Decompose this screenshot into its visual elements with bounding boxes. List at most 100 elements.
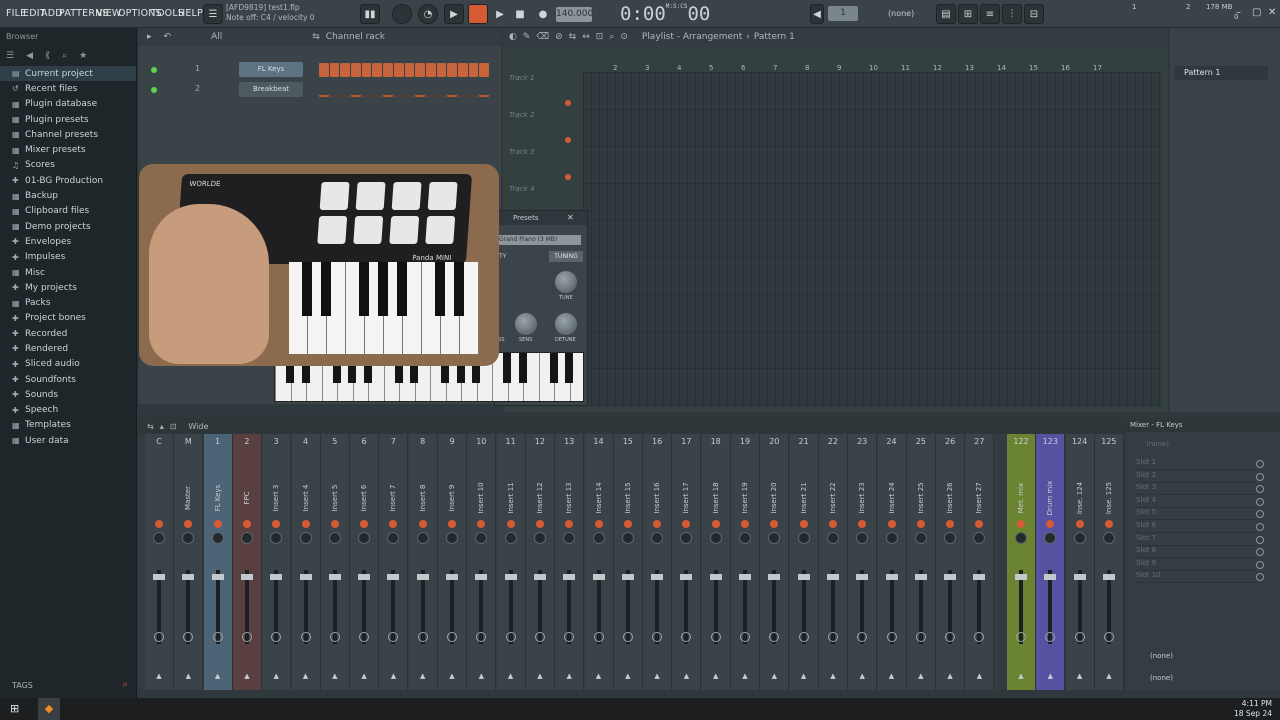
mixer-track[interactable]: 4 Insert 4 ▲ [291,434,321,690]
volume-fader-handle[interactable] [856,574,869,580]
effect-slot[interactable]: Slot 5 [1136,508,1256,521]
mixer-track[interactable]: 17 Insert 17 ▲ [672,434,702,690]
pan-knob[interactable] [328,532,341,544]
route-toggle[interactable] [622,632,633,642]
channel-name-button[interactable]: Breakbeat [239,82,303,97]
mixer-track[interactable]: 13 Insert 13 ▲ [555,434,585,690]
volume-fader-handle[interactable] [1102,574,1115,580]
channel-name-button[interactable]: FL Keys [239,62,303,77]
send-arrow-icon[interactable]: ▲ [292,672,320,680]
route-toggle[interactable] [359,632,370,642]
track-enable-led[interactable] [565,137,571,143]
volume-fader-handle[interactable] [680,574,693,580]
mixer-track[interactable]: 7 Insert 7 ▲ [379,434,409,690]
mixer-track[interactable]: 16 Insert 16 ▲ [643,434,673,690]
browser-item[interactable]: ✚ Recorded [0,326,136,341]
fl-studio-taskbar-icon[interactable]: ◆ [38,698,60,720]
volume-fader-handle[interactable] [328,574,341,580]
pan-knob[interactable] [739,532,751,544]
route-toggle[interactable] [447,632,457,642]
send-arrow-icon[interactable]: ▲ [672,672,700,680]
send-arrow-icon[interactable]: ▲ [467,672,495,680]
browser-item[interactable]: ✚ Project bones [0,311,136,326]
step-button[interactable] [457,83,468,97]
mixer-track[interactable]: 123 Drum mix ▲ [1036,434,1066,690]
playlist-grid[interactable] [583,72,1161,406]
pan-knob[interactable] [973,532,986,544]
volume-fader-handle[interactable] [387,574,400,580]
send-arrow-icon[interactable]: ▲ [731,672,759,680]
effect-slot[interactable]: Slot 8 [1136,546,1256,559]
pan-knob[interactable] [856,532,869,544]
mixer-track[interactable]: M Master ▲ [174,434,204,690]
mixer-track[interactable]: 3 Insert 3 ▲ [262,434,292,690]
browser-item[interactable]: ✚ Speech [0,403,136,418]
browser-search-icon[interactable]: ⌕ [62,51,67,61]
volume-fader-handle[interactable] [1073,574,1086,580]
mixer-enable-led[interactable] [1075,520,1084,528]
send-arrow-icon[interactable]: ▲ [379,672,407,680]
volume-fader-handle[interactable] [240,574,253,580]
piano-white-key[interactable] [538,353,540,401]
send-arrow-icon[interactable]: ▲ [907,672,935,680]
channel-mute-led[interactable] [151,67,157,73]
piano-black-key[interactable] [503,353,511,383]
mixer-enable-led[interactable] [330,520,339,528]
maximize-icon[interactable]: ▢ [1252,7,1261,18]
send-arrow-icon[interactable]: ▲ [526,672,554,680]
mixer-enable-led[interactable] [242,520,251,528]
mixer-track[interactable]: 20 Insert 20 ▲ [760,434,790,690]
volume-fader-handle[interactable] [416,574,429,580]
volume-fader-handle[interactable] [153,574,165,580]
effect-slot[interactable]: Slot 9 [1136,559,1256,571]
mixer-track[interactable]: 18 Insert 18 ▲ [701,434,731,690]
mixer-track[interactable]: 10 Insert 10 ▲ [467,434,497,690]
step-button[interactable] [436,63,447,77]
piano-black-key[interactable] [549,353,558,383]
step-button[interactable] [319,63,329,77]
send-arrow-icon[interactable]: ▲ [936,672,964,680]
send-arrow-icon[interactable]: ▲ [585,672,613,680]
mixer-enable-led[interactable] [448,520,456,528]
browser-item[interactable]: ▦ Mixer presets [0,142,136,157]
volume-fader-handle[interactable] [739,574,751,580]
route-toggle[interactable] [1045,632,1056,642]
pan-knob[interactable] [211,532,224,544]
route-toggle[interactable] [798,632,809,642]
route-toggle[interactable] [974,632,985,642]
pan-knob[interactable] [299,532,312,544]
plugin-preset-field[interactable]: Grand Piano (3 MB) [495,235,581,245]
rack-back-icon[interactable]: ↶ [164,32,172,42]
mixer-track[interactable]: 1 FL Keys ▲ [203,434,233,690]
pan-knob[interactable] [944,532,957,544]
minimize-icon[interactable]: – [1236,7,1241,18]
pan-knob[interactable] [914,532,927,544]
mixer-track[interactable]: 2 FPC ▲ [232,434,262,690]
mixer-track[interactable]: 125 Inse. 125 ▲ [1094,434,1124,690]
step-button[interactable] [468,63,479,77]
step-button[interactable] [425,83,436,97]
browser-item[interactable]: ↺ Recent files [0,81,136,96]
send-arrow-icon[interactable]: ▲ [1095,672,1123,680]
pan-knob[interactable] [709,532,722,544]
mixer-track[interactable]: 15 Insert 15 ▲ [613,434,643,690]
mixer-window-icon[interactable]: ⫶ [1002,4,1022,24]
pattern-item[interactable]: Pattern 1 [1174,66,1268,80]
route-toggle[interactable] [534,632,545,642]
volume-fader-handle[interactable] [826,574,839,580]
route-toggle[interactable] [154,632,164,642]
volume-fader-handle[interactable] [768,574,781,580]
pan-knob[interactable] [153,532,165,544]
mixer-enable-led[interactable] [741,520,749,528]
browser-item[interactable]: ✚ Sounds [0,387,136,402]
browser-item[interactable]: ✚ Envelopes [0,234,136,249]
mixer-track[interactable]: 21 Insert 21 ▲ [789,434,819,690]
effect-slot-toggle[interactable] [1256,560,1264,569]
route-toggle[interactable] [593,632,604,642]
step-button[interactable] [361,83,372,97]
volume-fader-handle[interactable] [299,574,312,580]
hint-bar-icon[interactable]: ☰ [203,4,223,24]
step-button[interactable] [340,63,351,77]
send-arrow-icon[interactable]: ▲ [555,672,583,680]
mixer-enable-led[interactable] [623,520,632,528]
